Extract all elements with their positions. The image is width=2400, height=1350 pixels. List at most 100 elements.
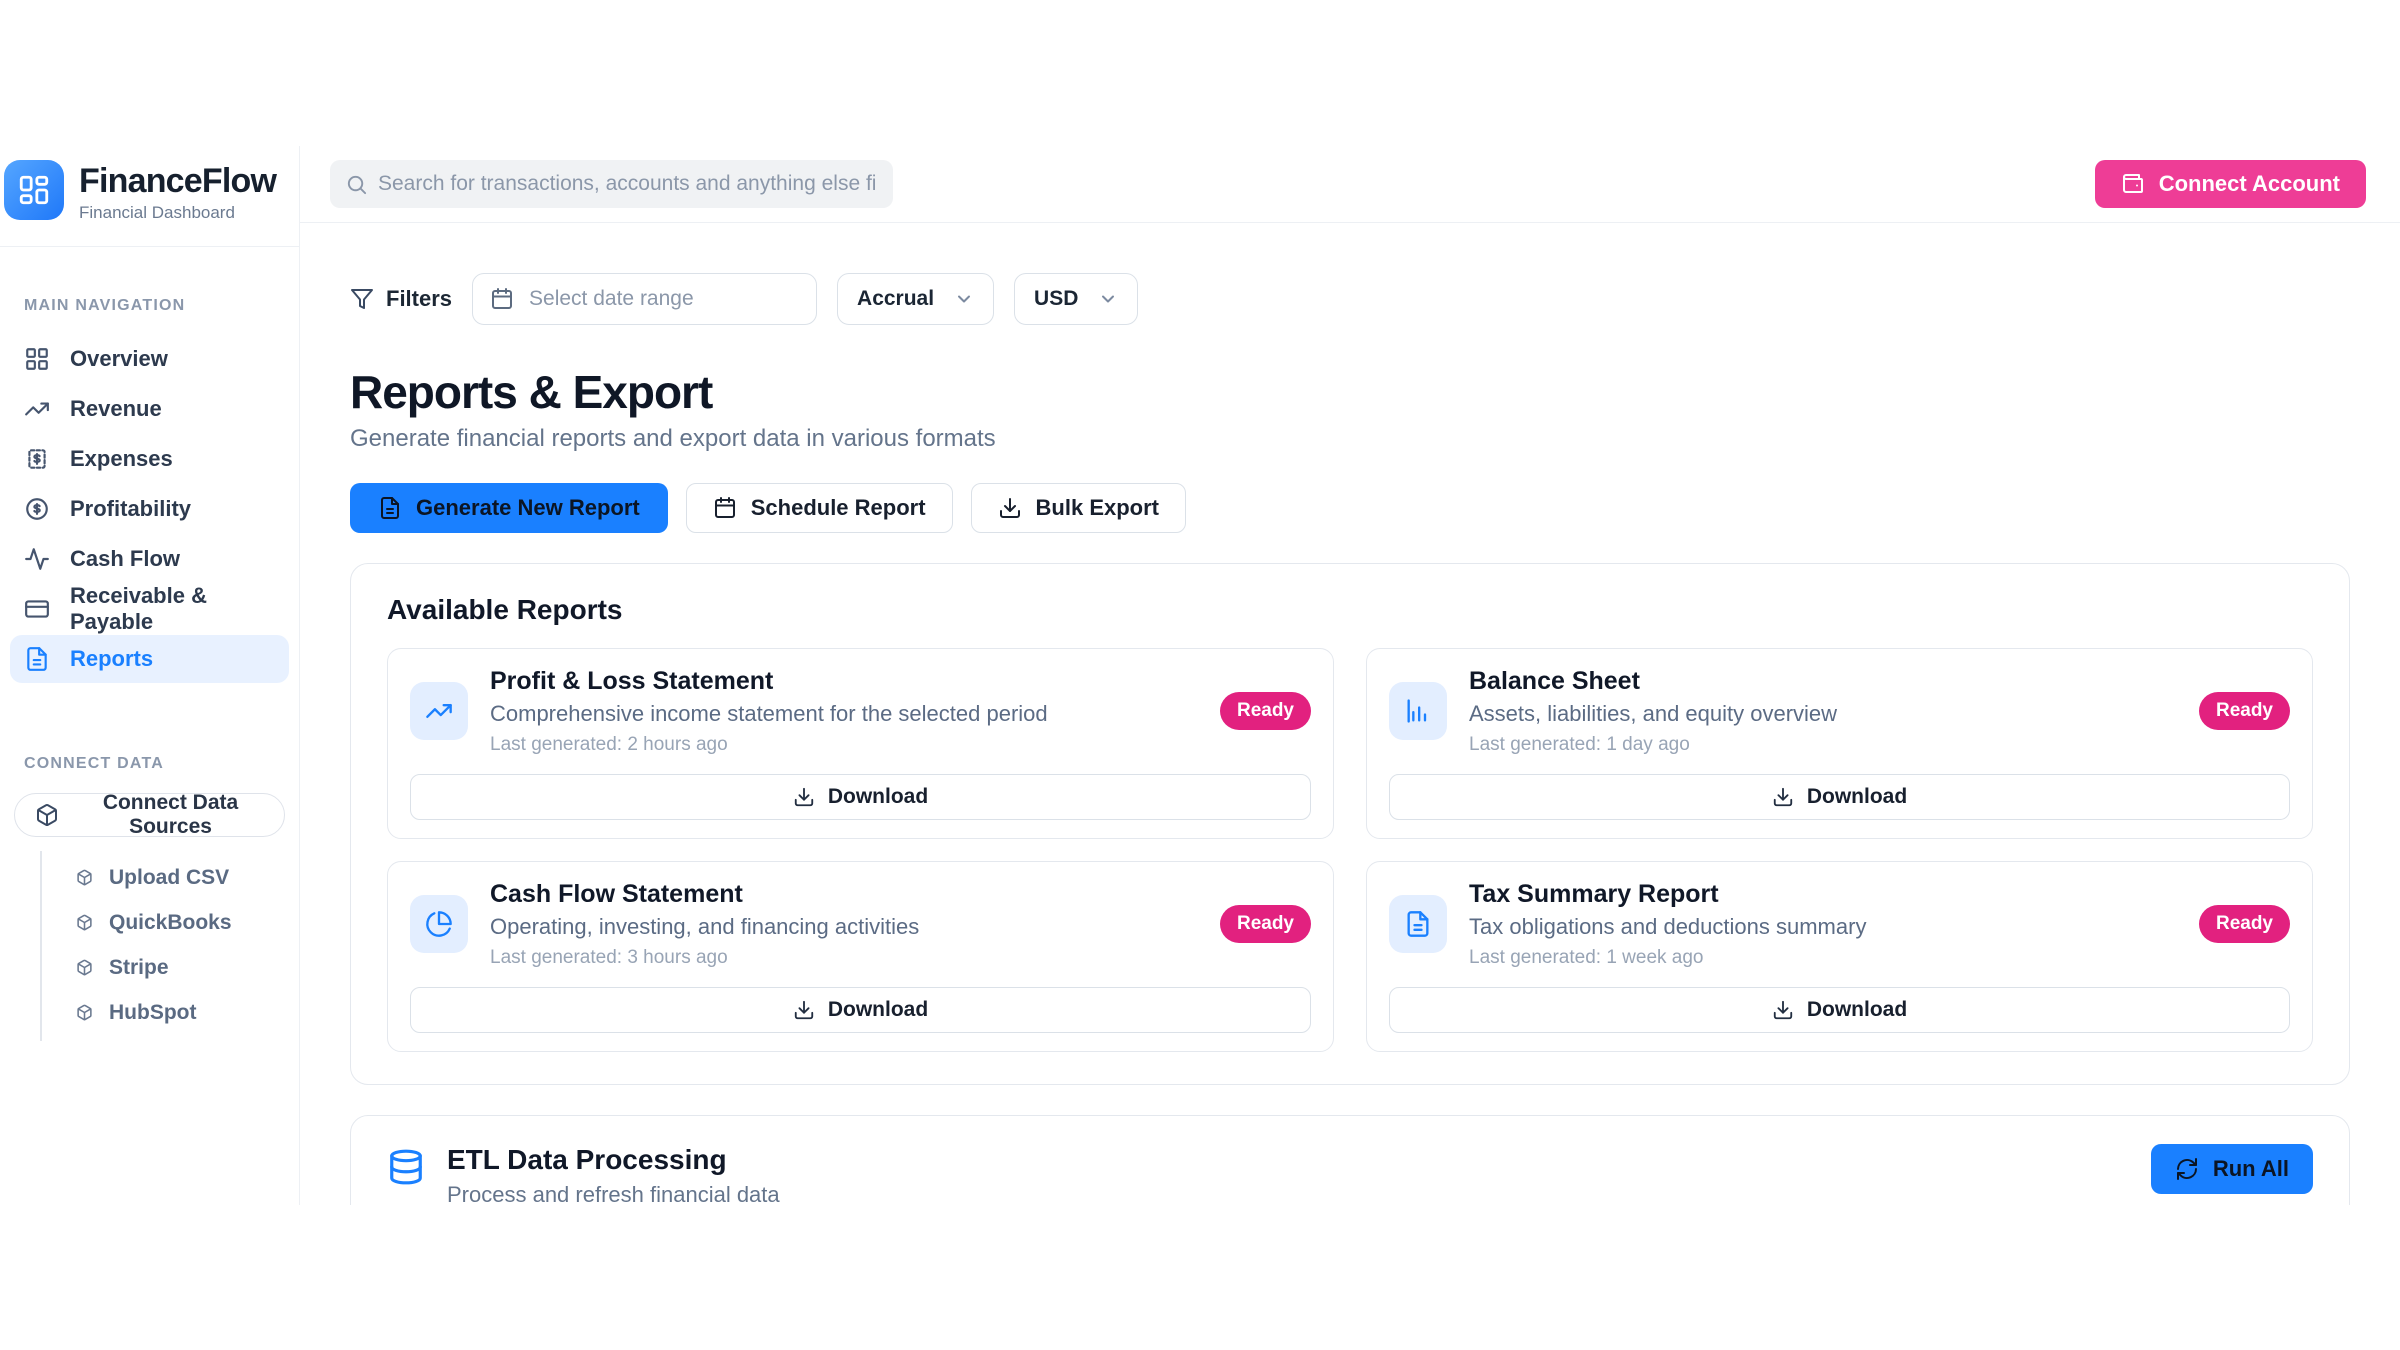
bulk-export-button[interactable]: Bulk Export	[971, 483, 1186, 533]
download-icon	[793, 999, 815, 1021]
report-title: Cash Flow Statement	[490, 880, 1198, 909]
accounting-basis-select[interactable]: Accrual	[837, 273, 994, 325]
report-last-generated: Last generated: 3 hours ago	[490, 947, 1198, 969]
download-button[interactable]: Download	[1389, 987, 2290, 1033]
schedule-report-button[interactable]: Schedule Report	[686, 483, 953, 533]
package-icon	[76, 914, 93, 931]
bulk-export-label: Bulk Export	[1036, 495, 1159, 521]
filters-label: Filters	[386, 286, 452, 312]
calendar-icon	[713, 496, 737, 520]
source-item-stripe[interactable]: Stripe	[42, 945, 289, 990]
page-title: Reports & Export	[350, 367, 2350, 418]
source-item-hubspot[interactable]: HubSpot	[42, 990, 289, 1035]
data-sources-list: Upload CSV QuickBooks Stripe HubSpot	[40, 851, 289, 1041]
etl-subtitle: Process and refresh financial data	[447, 1182, 780, 1205]
sidebar-item-label: Expenses	[70, 446, 173, 472]
report-title: Tax Summary Report	[1469, 880, 2177, 909]
report-description: Comprehensive income statement for the s…	[490, 701, 1198, 727]
package-icon	[76, 959, 93, 976]
search-icon	[345, 173, 368, 196]
source-item-upload-csv[interactable]: Upload CSV	[42, 855, 289, 900]
sidebar-item-label: Profitability	[70, 496, 191, 522]
file-text-icon	[378, 496, 402, 520]
download-button[interactable]: Download	[410, 987, 1311, 1033]
sidebar-item-cash-flow[interactable]: Cash Flow	[10, 535, 289, 583]
status-badge: Ready	[1220, 692, 1311, 730]
report-description: Assets, liabilities, and equity overview	[1469, 701, 2177, 727]
status-badge: Ready	[2199, 692, 2290, 730]
main-content: Filters Select date range Accrual USD Re…	[300, 223, 2400, 1205]
sidebar-item-reports[interactable]: Reports	[10, 635, 289, 683]
download-icon	[998, 496, 1022, 520]
sidebar-item-overview[interactable]: Overview	[10, 335, 289, 383]
report-card-cash-flow: Cash Flow Statement Operating, investing…	[387, 861, 1334, 1052]
connect-account-label: Connect Account	[2159, 171, 2340, 197]
report-description: Tax obligations and deductions summary	[1469, 914, 2177, 940]
trending-up-icon	[410, 682, 468, 740]
page-subtitle: Generate financial reports and export da…	[350, 425, 2350, 453]
report-card-tax-summary: Tax Summary Report Tax obligations and d…	[1366, 861, 2313, 1052]
sidebar-item-receivable-payable[interactable]: Receivable & Payable	[10, 585, 289, 633]
report-last-generated: Last generated: 1 day ago	[1469, 734, 2177, 756]
currency-value: USD	[1034, 287, 1078, 311]
etl-panel: ETL Data Processing Process and refresh …	[350, 1115, 2350, 1205]
receipt-icon	[24, 446, 50, 472]
connect-data-sources-label: Connect Data Sources	[77, 791, 264, 839]
run-all-button[interactable]: Run All	[2151, 1144, 2313, 1194]
sidebar-item-expenses[interactable]: Expenses	[10, 435, 289, 483]
generate-new-report-button[interactable]: Generate New Report	[350, 483, 668, 533]
sidebar-item-label: Overview	[70, 346, 168, 372]
brand-block: FinanceFlow Financial Dashboard	[0, 146, 299, 247]
grid-icon	[24, 346, 50, 372]
connect-data-sources-button[interactable]: Connect Data Sources	[14, 793, 285, 837]
download-label: Download	[1807, 785, 1907, 809]
sidebar-item-label: Receivable & Payable	[70, 583, 275, 635]
filters-row: Filters Select date range Accrual USD	[350, 273, 2350, 325]
download-button[interactable]: Download	[1389, 774, 2290, 820]
topbar: Connect Account	[300, 146, 2400, 223]
main-navigation-header: MAIN NAVIGATION	[24, 297, 289, 315]
source-item-label: Upload CSV	[109, 866, 229, 890]
sidebar-item-profitability[interactable]: Profitability	[10, 485, 289, 533]
report-card-profit-loss: Profit & Loss Statement Comprehensive in…	[387, 648, 1334, 839]
download-button[interactable]: Download	[410, 774, 1311, 820]
source-item-label: QuickBooks	[109, 911, 232, 935]
filters-toggle[interactable]: Filters	[350, 286, 452, 312]
download-label: Download	[828, 998, 928, 1022]
status-badge: Ready	[1220, 905, 1311, 943]
activity-icon	[24, 546, 50, 572]
pie-chart-icon	[410, 895, 468, 953]
wallet-icon	[2121, 172, 2145, 196]
source-item-label: HubSpot	[109, 1001, 196, 1025]
file-text-icon	[1389, 895, 1447, 953]
calendar-icon	[490, 287, 514, 311]
app-window: FinanceFlow Financial Dashboard MAIN NAV…	[0, 146, 2400, 1205]
trending-up-icon	[24, 396, 50, 422]
credit-card-icon	[24, 596, 50, 622]
connect-account-button[interactable]: Connect Account	[2095, 160, 2366, 208]
source-item-label: Stripe	[109, 956, 169, 980]
date-range-input[interactable]: Select date range	[472, 273, 817, 325]
sidebar: FinanceFlow Financial Dashboard MAIN NAV…	[0, 146, 300, 1205]
search-input[interactable]	[330, 160, 893, 208]
download-icon	[1772, 999, 1794, 1021]
schedule-report-label: Schedule Report	[751, 495, 926, 521]
chevron-down-icon	[954, 289, 974, 309]
available-reports-title: Available Reports	[387, 594, 2313, 626]
run-all-label: Run All	[2213, 1156, 2289, 1182]
reports-grid: Profit & Loss Statement Comprehensive in…	[387, 648, 2313, 1052]
source-item-quickbooks[interactable]: QuickBooks	[42, 900, 289, 945]
database-icon	[387, 1148, 425, 1186]
report-title: Balance Sheet	[1469, 667, 2177, 696]
date-range-placeholder: Select date range	[529, 287, 694, 311]
report-actions: Generate New Report Schedule Report Bulk…	[350, 483, 2350, 533]
funnel-icon	[350, 287, 374, 311]
sidebar-item-revenue[interactable]: Revenue	[10, 385, 289, 433]
connect-data-header: CONNECT DATA	[24, 755, 289, 773]
download-label: Download	[828, 785, 928, 809]
brand-tagline: Financial Dashboard	[79, 203, 276, 223]
report-last-generated: Last generated: 1 week ago	[1469, 947, 2177, 969]
currency-select[interactable]: USD	[1014, 273, 1138, 325]
package-icon	[35, 803, 59, 827]
download-label: Download	[1807, 998, 1907, 1022]
